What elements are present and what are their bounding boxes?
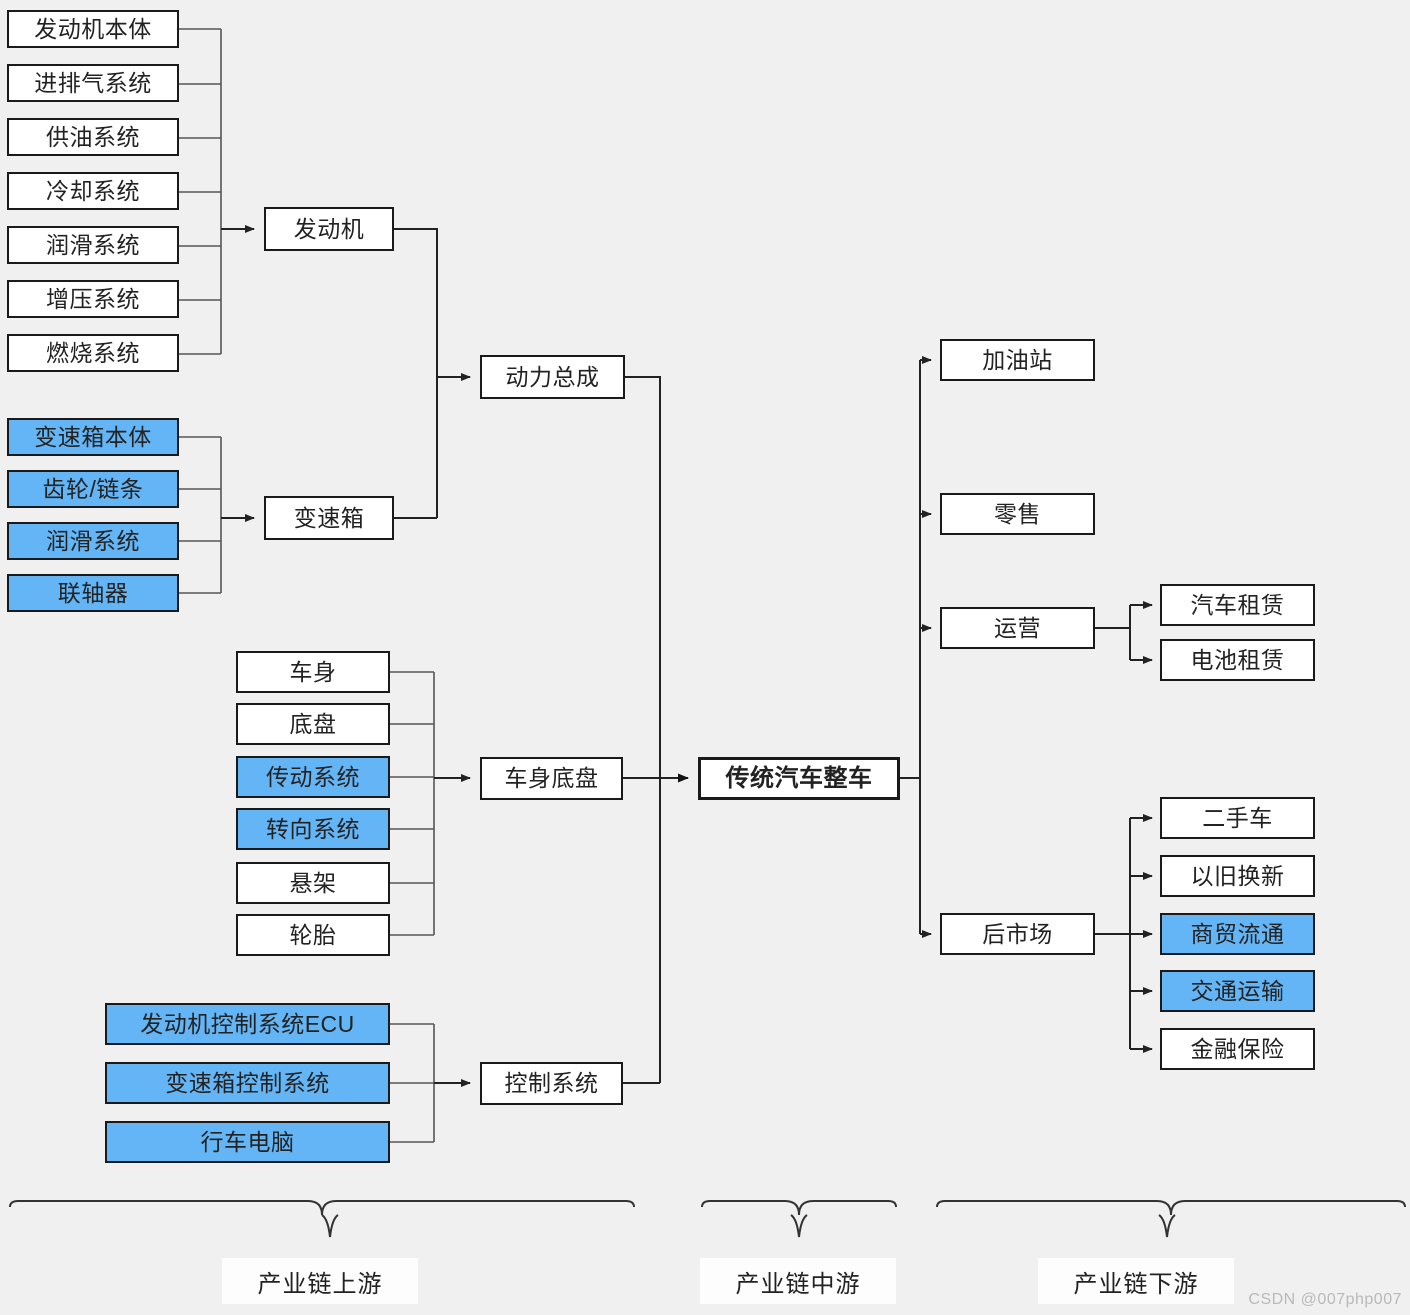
node-engine-control-ecu[interactable]: 发动机控制系统ECU [105,1003,390,1045]
node-used-car[interactable]: 二手车 [1160,797,1315,839]
node-engine-body[interactable]: 发动机本体 [7,10,179,48]
node-gearbox[interactable]: 变速箱 [264,496,394,540]
node-transportation[interactable]: 交通运输 [1160,970,1315,1012]
node-traditional-vehicle[interactable]: 传统汽车整车 [698,757,900,800]
node-coupling[interactable]: 联轴器 [7,574,179,612]
node-trade-in[interactable]: 以旧换新 [1160,855,1315,897]
phase-label-downstream: 产业链下游 [1038,1258,1234,1304]
node-turbocharging-system[interactable]: 增压系统 [7,280,179,318]
node-onboard-computer[interactable]: 行车电脑 [105,1121,390,1163]
node-control-system[interactable]: 控制系统 [480,1062,623,1105]
node-fuel-supply-system[interactable]: 供油系统 [7,118,179,156]
phase-label-upstream: 产业链上游 [222,1258,418,1304]
node-engine[interactable]: 发动机 [264,207,394,251]
node-lubrication-system[interactable]: 润滑系统 [7,226,179,264]
node-cooling-system[interactable]: 冷却系统 [7,172,179,210]
node-aftermarket[interactable]: 后市场 [940,913,1095,955]
node-steering-system[interactable]: 转向系统 [236,808,390,850]
node-combustion-system[interactable]: 燃烧系统 [7,334,179,372]
node-powertrain[interactable]: 动力总成 [480,355,625,399]
node-intake-exhaust-system[interactable]: 进排气系统 [7,64,179,102]
node-gearbox-body[interactable]: 变速箱本体 [7,418,179,456]
node-gear-chain[interactable]: 齿轮/链条 [7,470,179,508]
phase-label-midstream: 产业链中游 [700,1258,896,1304]
node-car-rental[interactable]: 汽车租赁 [1160,584,1315,626]
node-vehicle-body[interactable]: 车身 [236,651,390,693]
phase-braces [9,1200,1406,1238]
node-suspension[interactable]: 悬架 [236,862,390,904]
diagram-canvas: 发动机本体 进排气系统 供油系统 冷却系统 润滑系统 增压系统 燃烧系统 变速箱… [0,0,1410,1315]
node-drivetrain-system[interactable]: 传动系统 [236,756,390,798]
node-tires[interactable]: 轮胎 [236,914,390,956]
node-finance-insurance[interactable]: 金融保险 [1160,1028,1315,1070]
watermark: CSDN @007php007 [1248,1291,1402,1308]
node-retail[interactable]: 零售 [940,493,1095,535]
node-transmission-control-system[interactable]: 变速箱控制系统 [105,1062,390,1104]
node-gas-station[interactable]: 加油站 [940,339,1095,381]
node-operations[interactable]: 运营 [940,607,1095,649]
node-body-chassis[interactable]: 车身底盘 [480,757,623,800]
node-commerce-circulation[interactable]: 商贸流通 [1160,913,1315,955]
node-transmission-lubrication-system[interactable]: 润滑系统 [7,522,179,560]
node-battery-rental[interactable]: 电池租赁 [1160,639,1315,681]
node-chassis[interactable]: 底盘 [236,703,390,745]
